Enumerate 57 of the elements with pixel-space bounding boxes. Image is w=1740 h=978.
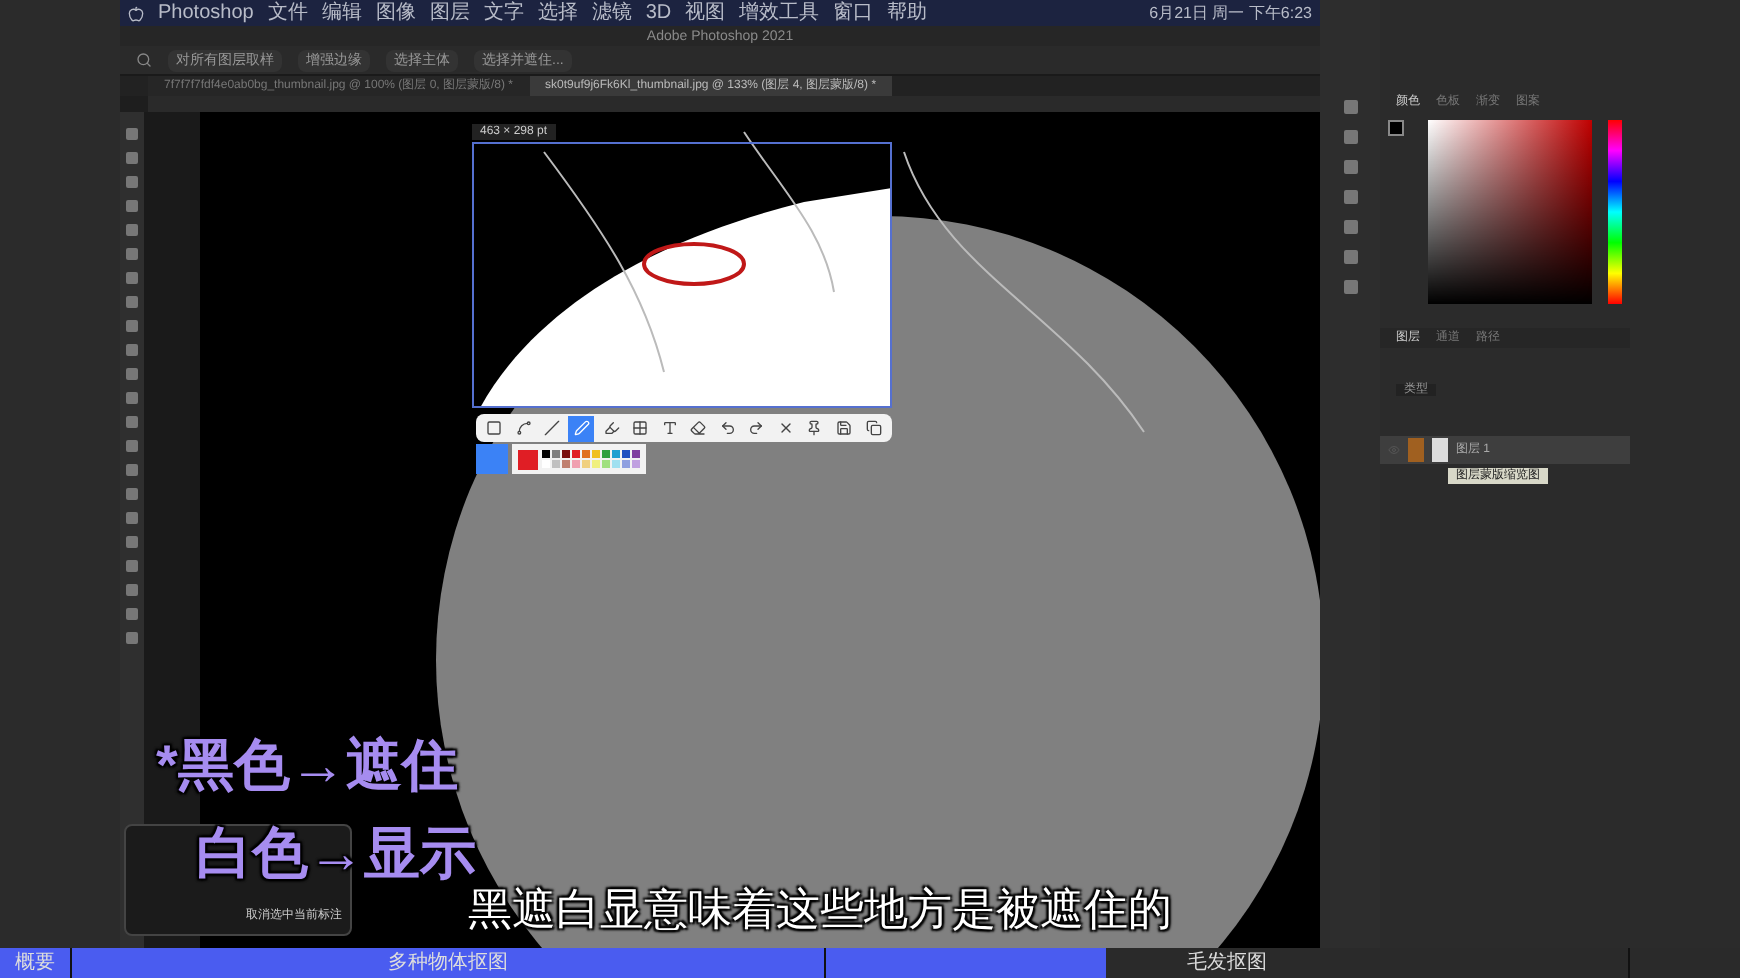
panel-icon[interactable]	[1343, 160, 1357, 174]
panel-icon[interactable]	[1343, 100, 1357, 114]
apple-icon[interactable]	[128, 5, 144, 21]
color-swatch[interactable]	[632, 460, 640, 468]
chapter-segment[interactable]: 多种物体抠图	[72, 948, 826, 978]
subtitle-text: 黑遮白显意味着这些地方是被遮住的	[468, 882, 1172, 938]
panel-icon[interactable]	[1343, 280, 1357, 294]
menu-item[interactable]: 文件	[267, 3, 308, 23]
menu-item[interactable]: 3D	[645, 3, 672, 23]
color-swatch[interactable]	[542, 450, 550, 458]
color-swatch[interactable]	[582, 450, 590, 458]
color-swatch[interactable]	[582, 460, 590, 468]
add-color-button[interactable]	[476, 444, 508, 474]
mask-thumbnail	[1432, 438, 1448, 462]
menu-item[interactable]: 窗口	[833, 3, 874, 23]
chapter-segment[interactable]: 概要	[0, 948, 72, 978]
color-swatch[interactable]	[552, 460, 560, 468]
panel-icon[interactable]	[1343, 190, 1357, 204]
color-swatch[interactable]	[562, 460, 570, 468]
selection-frame[interactable]	[472, 142, 892, 408]
color-swatch[interactable]	[602, 460, 610, 468]
color-swatch[interactable]	[562, 450, 570, 458]
active-color[interactable]	[518, 449, 538, 469]
panel-icon[interactable]	[1343, 130, 1357, 144]
menu-item[interactable]: 图层	[429, 3, 470, 23]
clock-text: 6月21日 周一 下午6:23	[1149, 5, 1312, 21]
caption-overlay-text: 白色→显示	[196, 820, 476, 888]
layer-thumbnail	[1408, 438, 1424, 462]
foreground-color-swatch[interactable]	[1388, 120, 1404, 136]
chapter-segment[interactable]: 毛发抠图	[826, 948, 1630, 978]
menu-item[interactable]: Photoshop	[158, 3, 254, 23]
menu-item[interactable]: 视图	[685, 3, 726, 23]
color-picker-field[interactable]	[1427, 120, 1593, 304]
color-swatch[interactable]	[542, 460, 550, 468]
menu-item[interactable]: 帮助	[887, 3, 928, 23]
color-swatch[interactable]	[592, 450, 600, 458]
menu-item[interactable]: 滤镜	[591, 3, 632, 23]
pen-tool-icon[interactable]	[568, 415, 595, 441]
panel-icon[interactable]	[1343, 250, 1357, 264]
color-swatch[interactable]	[612, 460, 620, 468]
menu-item[interactable]: 文字	[483, 3, 524, 23]
menu-item[interactable]: 图像	[375, 3, 416, 23]
caption-overlay-text: *黑色→遮住	[156, 732, 458, 800]
menu-item[interactable]: 编辑	[321, 3, 362, 23]
color-swatch[interactable]	[592, 460, 600, 468]
color-swatch[interactable]	[552, 450, 560, 458]
color-swatch[interactable]	[572, 460, 580, 468]
menu-item[interactable]: 选择	[537, 3, 578, 23]
color-swatch[interactable]	[602, 450, 610, 458]
color-swatch[interactable]	[612, 450, 620, 458]
color-swatch[interactable]	[622, 450, 630, 458]
color-swatch[interactable]	[572, 450, 580, 458]
color-swatch[interactable]	[622, 460, 630, 468]
search-icon[interactable]	[136, 52, 152, 68]
color-swatch[interactable]	[632, 450, 640, 458]
panel-icon[interactable]	[1343, 220, 1357, 234]
menu-item[interactable]: 增效工具	[739, 3, 820, 23]
